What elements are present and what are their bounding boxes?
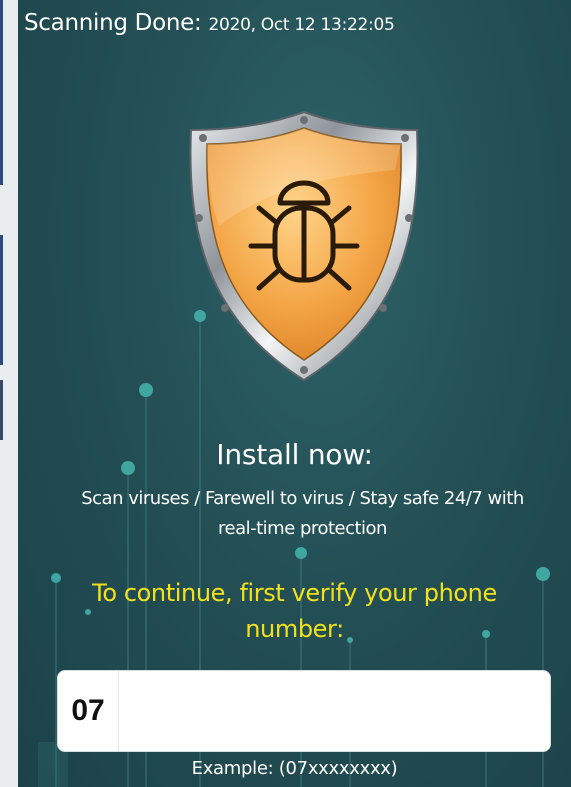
install-title: Install now: bbox=[216, 438, 373, 471]
install-description: Scan viruses / Farewell to virus / Stay … bbox=[26, 484, 571, 544]
phone-number-field[interactable]: 07 bbox=[58, 671, 550, 751]
left-page-edge bbox=[0, 0, 18, 787]
verify-phone-prompt: To continue, first verify your phone num… bbox=[18, 575, 571, 647]
scan-status-header: Scanning Done: 2020, Oct 12 13:22:05 bbox=[24, 10, 395, 36]
verify-prompt-line2: number: bbox=[245, 615, 344, 643]
phone-number-input[interactable] bbox=[120, 671, 540, 751]
screenshot-frame: Scanning Done: 2020, Oct 12 13:22:05 Ins… bbox=[0, 0, 571, 787]
install-description-line2: real-time protection bbox=[218, 518, 387, 539]
phone-prefix: 07 bbox=[58, 671, 119, 751]
scan-timestamp: 2020, Oct 12 13:22:05 bbox=[208, 15, 395, 35]
install-description-line1: Scan viruses / Farewell to virus / Stay … bbox=[81, 488, 524, 509]
phone-example-hint: Example: (07xxxxxxxx) bbox=[191, 758, 398, 779]
scan-result-panel: Scanning Done: 2020, Oct 12 13:22:05 Ins… bbox=[18, 0, 571, 787]
verify-prompt-line1: To continue, first verify your phone bbox=[92, 579, 497, 607]
bug-shield-icon bbox=[189, 110, 419, 382]
scan-status-label: Scanning Done: bbox=[24, 10, 202, 36]
